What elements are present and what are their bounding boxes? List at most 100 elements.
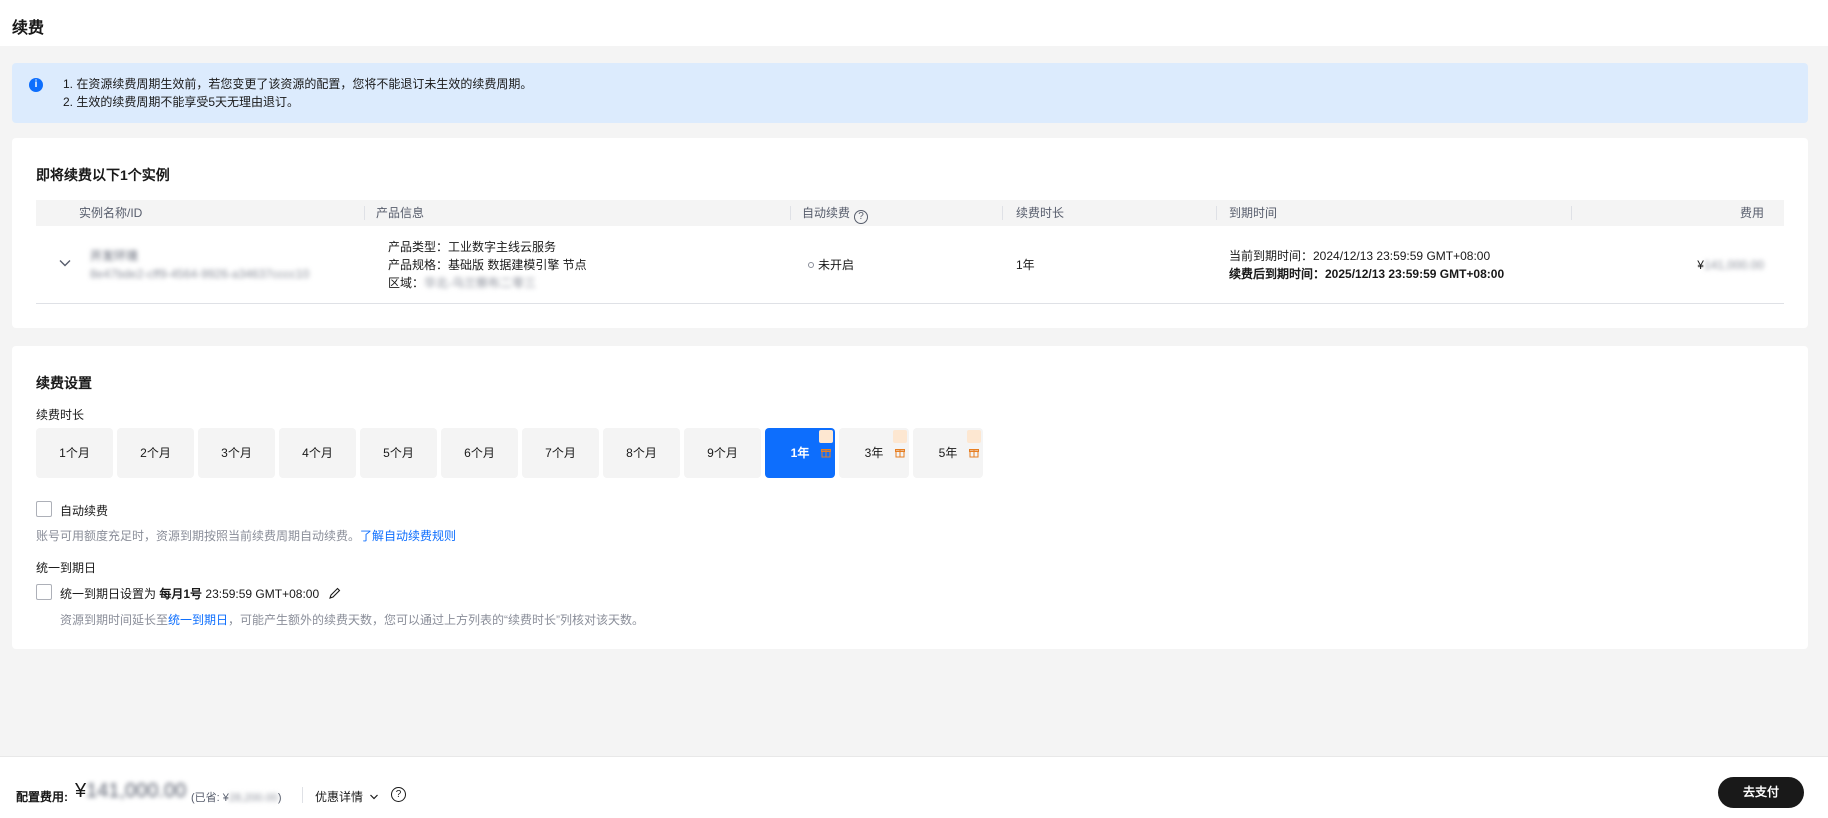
duration-label: 续费时长	[36, 408, 85, 422]
config-fee-label: 配置费用:	[16, 790, 68, 804]
auto-renew-checkbox[interactable]	[36, 501, 52, 517]
chevron-down-icon	[370, 794, 379, 800]
unify-hint-link[interactable]: 统一到期日	[168, 613, 228, 627]
saved-suffix: )	[277, 792, 282, 804]
duration-option-label: 4个月	[302, 446, 333, 460]
status-dot-icon	[808, 262, 814, 268]
duration-option[interactable]: 5年	[913, 428, 983, 478]
auto-renew-label: 自动续费	[60, 504, 109, 518]
duration-option[interactable]: 2个月	[117, 428, 194, 478]
duration-option[interactable]: 1个月	[36, 428, 113, 478]
auto-renew-hint: 账号可用额度充足时，资源到期按照当前续费周期自动续费。了解自动续费规则	[36, 527, 456, 544]
auto-renew-hint-text: 账号可用额度充足时，资源到期按照当前续费周期自动续费。	[36, 529, 361, 543]
divider	[302, 787, 303, 803]
saved-value: 28,200.00	[228, 792, 278, 804]
instance-name[interactable]: 开发环境	[90, 247, 309, 265]
unify-label: 统一到期日	[36, 561, 97, 575]
col-header-auto-renew-label: 自动续费	[802, 206, 851, 220]
info-notice: i 1. 在资源续费周期生效前，若您变更了该资源的配置，您将不能退订未生效的续费…	[12, 63, 1808, 123]
duration-option-label: 3个月	[221, 446, 252, 460]
saved-amount: (已省: ¥28,200.00)	[191, 789, 282, 805]
duration-option-label: 2个月	[140, 446, 171, 460]
unify-checkbox[interactable]	[36, 584, 52, 600]
gift-icon	[819, 430, 833, 458]
gift-icon	[967, 430, 981, 458]
duration-option-label: 5个月	[383, 446, 414, 460]
duration-option-label: 5年	[938, 446, 958, 460]
duration-option-label: 1年	[790, 446, 810, 460]
row-duration: 1年	[1016, 258, 1035, 272]
product-region: 区域：华北-乌兰察布二零三	[388, 274, 587, 292]
page-title: 续费	[12, 20, 45, 37]
duration-option-label: 7个月	[545, 446, 576, 460]
saved-prefix: (已省: ¥	[191, 792, 229, 804]
footer-bar: 配置费用: ¥141,000.00 (已省: ¥28,200.00) 优惠详情 …	[0, 756, 1828, 818]
fee-currency: ¥	[1697, 258, 1704, 272]
info-icon: i	[29, 78, 43, 92]
pay-button[interactable]: 去支付	[1718, 777, 1804, 808]
row-fee: ¥141,000.00	[1697, 256, 1764, 274]
duration-option-label: 1个月	[59, 446, 90, 460]
unify-hint: 资源到期时间延长至统一到期日，可能产生额外的续费天数，您可以通过上方列表的“续费…	[60, 611, 644, 628]
unify-setting: 统一到期日设置为 每月1号 23:59:59 GMT+08:00	[60, 585, 342, 602]
settings-card: 续费设置 续费时长 1个月 2个月 3个月 4个月 5个月 6个月 7个月 8个月 9个月 1年 3…	[12, 346, 1808, 649]
price-value: 141,000.00	[86, 780, 187, 802]
duration-option[interactable]: 3年	[839, 428, 909, 478]
help-icon[interactable]: ?	[854, 210, 869, 224]
page-header: 续费	[0, 0, 1828, 46]
duration-option[interactable]: 3个月	[198, 428, 275, 478]
fee-value: 141,000.00	[1703, 258, 1764, 272]
product-type: 产品类型：工业数字主线云服务	[388, 240, 557, 254]
col-divider	[790, 206, 791, 220]
auto-renew-status-text: 未开启	[818, 258, 855, 272]
unify-text-prefix: 统一到期日设置为	[60, 587, 157, 601]
instances-title: 即将续费以下1个实例	[36, 167, 170, 183]
table-row: 开发环境 8e47bde2-cff9-4564-9926-a34637cccc1…	[36, 226, 1784, 304]
duration-option-label: 6个月	[464, 446, 495, 460]
unify-hint-prefix: 资源到期时间延长至	[60, 613, 169, 627]
discount-details-toggle[interactable]: 优惠详情	[315, 788, 379, 805]
price-currency: ¥	[75, 780, 87, 802]
notice-line-1: 1. 在资源续费周期生效前，若您变更了该资源的配置，您将不能退订未生效的续费周期…	[63, 77, 533, 91]
col-header-fee: 费用	[1739, 206, 1764, 220]
unify-day: 每月1号	[159, 587, 203, 601]
table-header: 实例名称/ID 产品信息 自动续费? 续费时长 到期时间 费用	[36, 200, 1784, 226]
col-header-expiry: 到期时间	[1229, 206, 1278, 220]
discount-details-label: 优惠详情	[315, 790, 364, 804]
region-value: 华北-乌兰察布二零三	[424, 276, 537, 290]
help-icon[interactable]: ?	[391, 787, 406, 802]
duration-option-label: 9个月	[707, 446, 738, 460]
col-divider	[1216, 206, 1217, 220]
auto-renew-rules-link[interactable]: 了解自动续费规则	[360, 529, 456, 543]
col-divider	[1002, 206, 1003, 220]
instance-id: 8e47bde2-cff9-4564-9926-a34637cccc10	[90, 267, 310, 281]
gift-icon	[893, 430, 907, 458]
duration-option[interactable]: 7个月	[522, 428, 599, 478]
col-header-product: 产品信息	[376, 206, 425, 220]
col-header-auto-renew: 自动续费?	[802, 200, 869, 226]
unify-hint-suffix: ，可能产生额外的续费天数，您可以通过上方列表的“续费时长”列核对该天数。	[228, 613, 645, 627]
instances-card: 即将续费以下1个实例 实例名称/ID 产品信息 自动续费? 续费时长 到期时间 …	[12, 138, 1808, 328]
region-label: 区域：	[388, 276, 425, 290]
duration-option[interactable]: 5个月	[360, 428, 437, 478]
col-header-name: 实例名称/ID	[79, 206, 143, 220]
notice-line-2: 2. 生效的续费周期不能享受5天无理由退订。	[63, 95, 300, 109]
edit-icon[interactable]	[328, 586, 342, 600]
duration-option[interactable]: 9个月	[684, 428, 761, 478]
current-expiry: 当前到期时间：2024/12/13 23:59:59 GMT+08:00	[1229, 249, 1491, 263]
unify-time: 23:59:59 GMT+08:00	[205, 587, 320, 601]
duration-option[interactable]: 8个月	[603, 428, 680, 478]
product-spec: 产品规格：基础版 数据建模引擎 节点	[388, 258, 587, 272]
settings-title: 续费设置	[36, 375, 92, 391]
duration-option-label: 8个月	[626, 446, 657, 460]
config-fee-price: ¥141,000.00	[75, 780, 186, 803]
col-header-duration: 续费时长	[1016, 206, 1065, 220]
new-expiry: 续费后到期时间：2025/12/13 23:59:59 GMT+08:00	[1229, 267, 1505, 281]
col-divider	[364, 206, 365, 220]
col-divider	[1571, 206, 1572, 220]
duration-option[interactable]: 4个月	[279, 428, 356, 478]
duration-option[interactable]: 1年	[765, 428, 835, 478]
chevron-down-icon[interactable]	[58, 256, 72, 270]
auto-renew-status: 未开启	[808, 256, 854, 274]
duration-option[interactable]: 6个月	[441, 428, 518, 478]
